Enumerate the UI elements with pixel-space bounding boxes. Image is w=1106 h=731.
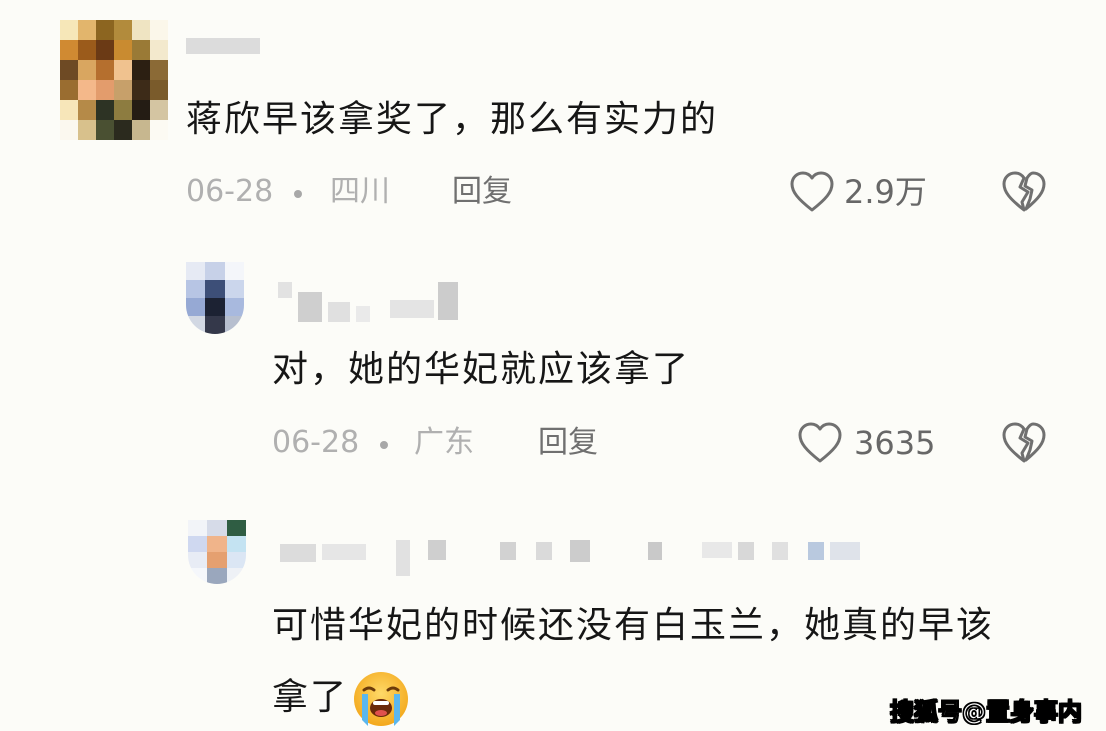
username-blurred[interactable] bbox=[278, 282, 292, 298]
username-blurred-part bbox=[738, 542, 754, 560]
heart-outline-icon[interactable] bbox=[796, 419, 844, 467]
username-blurred-part bbox=[438, 282, 458, 320]
broken-heart-icon[interactable] bbox=[1000, 419, 1048, 467]
comment-text: 可惜华妃的时候还没有白玉兰，她真的早该 bbox=[272, 605, 995, 646]
comment-location: 广东 bbox=[414, 425, 474, 460]
username-blurred-part bbox=[808, 542, 824, 560]
username-blurred-part bbox=[500, 542, 516, 560]
comment-text: 对，她的华妃就应该拿了 bbox=[272, 349, 691, 390]
reply-button[interactable]: 回复 bbox=[452, 177, 512, 207]
avatar[interactable] bbox=[188, 520, 246, 584]
username-blurred-part bbox=[322, 544, 366, 560]
watermark: 搜狐号@置身事内 bbox=[890, 698, 1083, 727]
avatar[interactable] bbox=[186, 262, 244, 334]
username-blurred-part bbox=[648, 542, 662, 560]
broken-heart-icon[interactable] bbox=[1000, 168, 1048, 216]
like-count: 3635 bbox=[854, 424, 936, 462]
username-blurred-part bbox=[830, 542, 860, 560]
username-blurred-part bbox=[772, 542, 788, 560]
username-blurred-part bbox=[298, 292, 322, 322]
comment-location: 四川 bbox=[330, 174, 390, 209]
avatar[interactable] bbox=[60, 20, 168, 140]
username-blurred[interactable] bbox=[186, 38, 260, 54]
comment-text: 蒋欣早该拿奖了，那么有实力的 bbox=[186, 99, 719, 140]
comment-date: 06-28 bbox=[186, 174, 274, 209]
username-blurred-part bbox=[396, 540, 410, 576]
username-blurred-part bbox=[390, 300, 434, 318]
username-blurred-part bbox=[356, 306, 370, 322]
username-blurred-part bbox=[428, 540, 446, 560]
heart-outline-icon[interactable] bbox=[788, 168, 836, 216]
username-blurred[interactable] bbox=[280, 544, 316, 562]
username-blurred-part bbox=[570, 540, 590, 562]
comment-date: 06-28 bbox=[272, 425, 360, 460]
comment-text-line2: 拿了 bbox=[272, 677, 349, 718]
separator-dot bbox=[294, 190, 302, 198]
username-blurred-part bbox=[702, 542, 732, 558]
loudly-crying-face-emoji bbox=[354, 672, 408, 726]
like-count: 2.9万 bbox=[844, 173, 927, 211]
separator-dot bbox=[380, 441, 388, 449]
username-blurred-part bbox=[328, 302, 350, 322]
reply-button[interactable]: 回复 bbox=[538, 428, 598, 458]
username-blurred-part bbox=[536, 542, 552, 560]
